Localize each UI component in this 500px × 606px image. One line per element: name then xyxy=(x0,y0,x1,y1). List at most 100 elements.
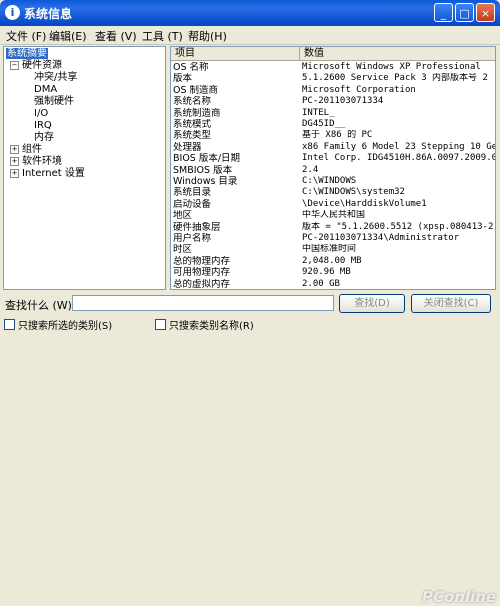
row-item-cell: 系统模式 xyxy=(173,119,212,130)
table-row[interactable]: 可用物理内存 920.96 MB xyxy=(171,267,495,278)
row-value-cell: 中华人民共和国 xyxy=(302,210,366,221)
table-row[interactable]: 硬件抽象层 版本 = "5.1.2600.5512 (xpsp.080413-2 xyxy=(171,222,495,233)
search-selected-category-checkbox[interactable]: 只搜索所选的类别(S) xyxy=(4,317,112,332)
row-item-cell: 总的物理内存 xyxy=(173,255,231,267)
row-item-cell: 系统目录 xyxy=(173,187,212,199)
find-button[interactable]: 查找(D) xyxy=(339,294,405,313)
row-item-cell: 时区 xyxy=(173,244,193,256)
row-item-cell: 系统名称 xyxy=(173,96,212,108)
row-value-cell: INTEL_ xyxy=(302,107,335,118)
table-row[interactable]: 系统名称 PC-201103071334 xyxy=(171,96,495,107)
row-item-cell: 版本 xyxy=(173,73,193,85)
menu-bar: 文件 (F) 编辑(E) 查看 (V) 工具 (T) 帮助(H) xyxy=(0,26,500,45)
tree-item-forced-hardware[interactable]: 强制硬件 xyxy=(34,96,74,108)
maximize-button[interactable]: □ xyxy=(455,3,474,22)
expand-icon[interactable]: + xyxy=(10,169,19,178)
tree-item-hardware[interactable]: − 硬件资源 xyxy=(10,60,62,72)
row-value-cell: 2.4 xyxy=(302,164,319,175)
tree-label: 系统摘要 xyxy=(6,48,48,59)
close-button[interactable]: × xyxy=(476,3,495,22)
row-item-cell: 地区 xyxy=(173,210,193,222)
column-header-value[interactable]: 数值 xyxy=(300,47,495,61)
title-bar[interactable]: i 系统信息 _ □ × xyxy=(0,0,500,26)
row-item-cell: 启动设备 xyxy=(173,198,212,210)
table-row[interactable]: BIOS 版本/日期 Intel Corp. IDG4510H.86A.0097.… xyxy=(171,153,495,164)
table-row[interactable]: 处理器 x86 Family 6 Model 23 Stepping 10 Ge xyxy=(171,142,495,153)
row-value-cell: 版本 = "5.1.2600.5512 (xpsp.080413-2 xyxy=(302,221,494,232)
row-item-cell: 硬件抽象层 xyxy=(173,221,221,233)
tree-item-memory[interactable]: 内存 xyxy=(34,132,54,144)
table-row[interactable]: 版本 5.1.2600 Service Pack 3 内部版本号 2 xyxy=(171,73,495,84)
category-tree[interactable]: 系统摘要 − 硬件资源 冲突/共享 DMA 强制硬件 I/O IRQ 内存 + 组件… xyxy=(3,46,166,290)
table-row[interactable]: OS 制造商 Microsoft Corporation xyxy=(171,85,495,96)
menu-help[interactable]: 帮助(H) xyxy=(185,27,230,45)
table-row[interactable]: 时区 中国标准时间 xyxy=(171,244,495,255)
collapse-icon[interactable]: − xyxy=(10,61,19,70)
close-find-button[interactable]: 关闭查找(C) xyxy=(411,294,491,313)
find-label: 查找什么 (W): xyxy=(5,299,76,312)
table-row[interactable]: 用户名称 PC-201103071334\Administrator xyxy=(171,233,495,244)
search-category-names-checkbox[interactable]: 只搜索类别名称(R) xyxy=(155,317,254,332)
table-row[interactable]: SMBIOS 版本 2.4 xyxy=(171,165,495,176)
tree-item-components[interactable]: + 组件 xyxy=(10,144,42,156)
watermark-logo: PConline xyxy=(422,588,497,606)
row-item-cell: 系统制造商 xyxy=(173,107,221,119)
table-row[interactable]: 系统模式 DG45ID__ xyxy=(171,119,495,130)
tree-item-internet[interactable]: + Internet 设置 xyxy=(10,168,85,180)
table-row[interactable]: Windows 目录 C:\WINDOWS xyxy=(171,176,495,187)
tree-item-dma[interactable]: DMA xyxy=(34,84,57,96)
row-item-cell: OS 制造商 xyxy=(173,84,219,96)
menu-tools[interactable]: 工具 (T) xyxy=(139,27,186,45)
find-input[interactable] xyxy=(72,295,334,311)
row-item-cell: SMBIOS 版本 xyxy=(173,164,233,176)
row-value-cell: C:\WINDOWS\system32 xyxy=(302,187,405,198)
window-title: 系统信息 xyxy=(24,7,73,21)
checkbox-icon xyxy=(155,319,166,330)
tree-item-io[interactable]: I/O xyxy=(34,108,48,120)
row-value-cell: Microsoft Corporation xyxy=(302,84,416,95)
row-value-cell: \Device\HarddiskVolume1 xyxy=(302,198,427,209)
tree-item-system-summary[interactable]: 系统摘要 xyxy=(6,48,48,60)
minimize-button[interactable]: _ xyxy=(434,3,453,22)
table-row[interactable]: 启动设备 \Device\HarddiskVolume1 xyxy=(171,199,495,210)
table-row[interactable]: 系统类型 基于 X86 的 PC xyxy=(171,130,495,141)
expand-icon[interactable]: + xyxy=(10,145,19,154)
table-row[interactable]: 总的物理内存 2,048.00 MB xyxy=(171,256,495,267)
table-row[interactable]: 地区 中华人民共和国 xyxy=(171,210,495,221)
row-value-cell: x86 Family 6 Model 23 Stepping 10 Ge xyxy=(302,141,496,152)
table-row[interactable]: 系统制造商 INTEL_ xyxy=(171,108,495,119)
menu-file[interactable]: 文件 (F) xyxy=(3,27,49,45)
checkbox-label: 只搜索类别名称(R) xyxy=(169,321,254,332)
tree-item-software[interactable]: + 软件环境 xyxy=(10,156,62,168)
row-value-cell: 5.1.2600 Service Pack 3 内部版本号 2 xyxy=(302,73,488,84)
row-item-cell: 用户名称 xyxy=(173,233,212,244)
tree-label: 软件环境 xyxy=(22,156,62,167)
row-item-cell: BIOS 版本/日期 xyxy=(173,153,241,165)
tree-item-irq[interactable]: IRQ xyxy=(34,120,52,132)
row-value-cell: Intel Corp. IDG4510H.86A.0097.2009.0 xyxy=(302,153,496,164)
expand-icon[interactable]: + xyxy=(10,157,19,166)
table-row[interactable]: 总的虚拟内存 2.00 GB xyxy=(171,278,495,290)
info-icon: i xyxy=(5,5,20,20)
column-header-item[interactable]: 项目 xyxy=(171,47,300,61)
row-value-cell: 中国标准时间 xyxy=(302,244,357,255)
row-item-cell: 系统类型 xyxy=(173,130,212,142)
row-value-cell: 基于 X86 的 PC xyxy=(302,130,373,141)
tree-item-conflicts[interactable]: 冲突/共享 xyxy=(34,72,77,84)
tree-label: Internet 设置 xyxy=(22,168,85,179)
details-table: 项目 数值 OS 名称 Microsoft Windows XP Professi… xyxy=(170,46,496,290)
table-row[interactable]: OS 名称 Microsoft Windows XP Professional xyxy=(171,62,495,73)
checkbox-icon xyxy=(4,319,15,330)
menu-edit[interactable]: 编辑(E) xyxy=(46,27,90,45)
row-value-cell: 2,048.00 MB xyxy=(302,255,362,266)
row-value-cell: C:\WINDOWS xyxy=(302,176,357,186)
menu-view[interactable]: 查看 (V) xyxy=(92,27,140,45)
row-item-cell: 总的虚拟内存 xyxy=(173,278,231,290)
row-value-cell: PC-201103071334\Administrator xyxy=(302,233,460,243)
row-item-cell: 可用物理内存 xyxy=(173,267,231,279)
row-item-cell: Windows 目录 xyxy=(173,176,238,187)
row-value-cell: 2.00 GB xyxy=(302,278,340,289)
table-row[interactable]: 系统目录 C:\WINDOWS\system32 xyxy=(171,187,495,198)
row-value-cell: Microsoft Windows XP Professional xyxy=(302,62,481,72)
tree-label: 组件 xyxy=(22,144,42,155)
